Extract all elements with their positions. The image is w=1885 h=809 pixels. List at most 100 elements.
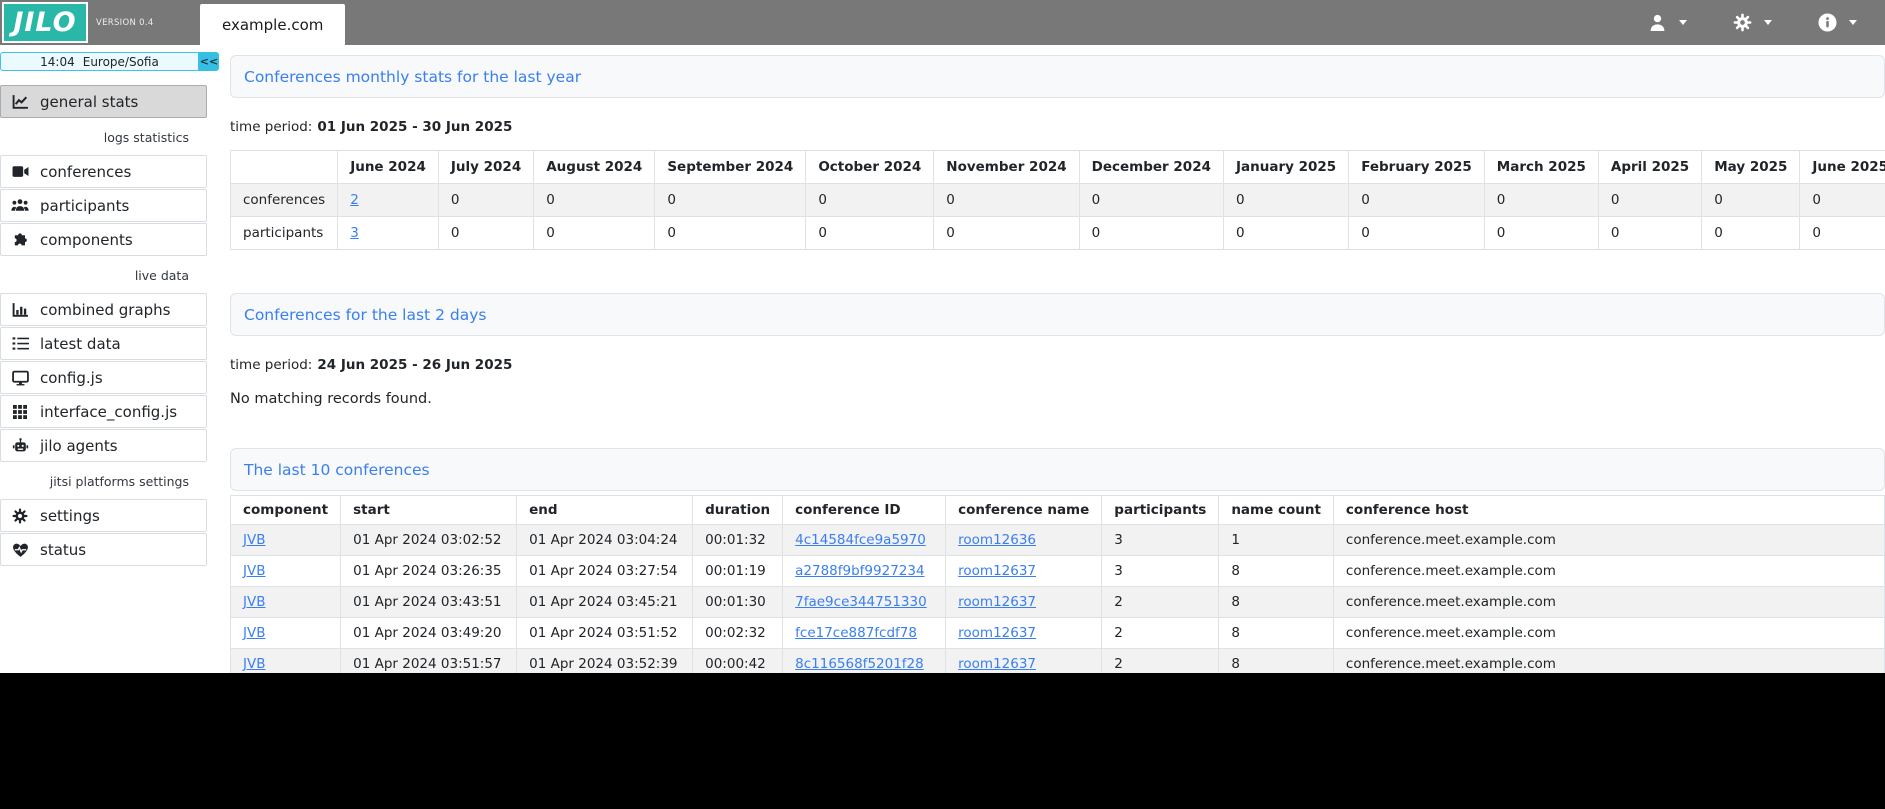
cell: 4c14584fce9a5970	[783, 525, 946, 556]
tab-label: example.com	[222, 16, 323, 34]
sidebar-item-general-stats[interactable]: general stats	[0, 85, 207, 118]
sidebar-item-label: general stats	[40, 93, 138, 111]
conference-name-link[interactable]: room12637	[958, 656, 1036, 672]
monthly-stats-header[interactable]: Conferences monthly stats for the last y…	[230, 55, 1885, 98]
cell: 01 Apr 2024 03:04:24	[517, 525, 693, 556]
participants-count-link[interactable]: 3	[350, 225, 359, 241]
cell: JVB	[231, 618, 341, 649]
column-header: start	[341, 496, 517, 525]
last-2-days-header[interactable]: Conferences for the last 2 days	[230, 293, 1885, 336]
cell: room12637	[946, 556, 1102, 587]
sidebar-item-label: config.js	[40, 369, 103, 387]
cell: 8	[1219, 556, 1334, 587]
topbar: JILO VERSION 0.4 example.com	[0, 0, 1885, 45]
section-title: Conferences monthly stats for the last y…	[244, 68, 581, 86]
column-header: end	[517, 496, 693, 525]
column-header: July 2024	[438, 151, 533, 184]
cell: room12637	[946, 587, 1102, 618]
sidebar-item-label: jilo agents	[40, 437, 118, 455]
cell: 8	[1219, 587, 1334, 618]
cell: 0	[1349, 184, 1485, 217]
cell: conference.meet.example.com	[1333, 587, 1884, 618]
cell: JVB	[231, 587, 341, 618]
list-icon	[11, 336, 29, 351]
cell: 00:01:19	[693, 556, 783, 587]
conference-id-link[interactable]: fce17ce887fcdf78	[795, 625, 917, 641]
sidebar-item-latest-data[interactable]: latest data	[0, 327, 207, 360]
conference-name-link[interactable]: room12636	[958, 532, 1036, 548]
conference-name-link[interactable]: room12637	[958, 594, 1036, 610]
tab-example-com[interactable]: example.com	[200, 4, 345, 45]
component-link[interactable]: JVB	[243, 532, 265, 548]
info-menu[interactable]	[1818, 13, 1857, 32]
conference-name-link[interactable]: room12637	[958, 625, 1036, 641]
sidebar-item-conferences[interactable]: conferences	[0, 155, 207, 188]
table-row: JVB 01 Apr 2024 03:02:52 01 Apr 2024 03:…	[231, 525, 1885, 556]
bar-chart-icon	[11, 302, 29, 318]
table-row: JVB 01 Apr 2024 03:51:57 01 Apr 2024 03:…	[231, 649, 1885, 674]
gear-icon	[11, 508, 29, 524]
cell: 3	[1102, 556, 1219, 587]
sidebar-item-interface-config-js[interactable]: interface_config.js	[0, 395, 207, 428]
conference-id-link[interactable]: 7fae9ce344751330	[795, 594, 927, 610]
cell: 0	[534, 217, 655, 250]
column-header: participants	[1102, 496, 1219, 525]
column-header: June 2024	[338, 151, 439, 184]
section-label-logs-statistics: logs statistics	[0, 119, 207, 155]
sidebar-item-status[interactable]: status	[0, 533, 207, 566]
sidebar-menu: general stats logs statistics conference…	[0, 85, 207, 566]
conference-id-link[interactable]: a2788f9bf9927234	[795, 563, 924, 579]
sidebar-item-participants[interactable]: participants	[0, 189, 207, 222]
cell: 01 Apr 2024 03:02:52	[341, 525, 517, 556]
clock-row: 14:04 Europe/Sofia <<	[0, 52, 219, 71]
chart-line-icon	[11, 94, 29, 110]
sidebar-item-jilo-agents[interactable]: jilo agents	[0, 429, 207, 462]
conferences-count-link[interactable]: 2	[350, 192, 359, 208]
section-label-jitsi-platforms-settings: jitsi platforms settings	[0, 463, 207, 499]
cell: 3	[1102, 525, 1219, 556]
cell: 0	[1079, 184, 1223, 217]
conference-id-link[interactable]: 8c116568f5201f28	[795, 656, 924, 672]
cell: 3	[338, 217, 439, 250]
component-link[interactable]: JVB	[243, 563, 265, 579]
column-header: December 2024	[1079, 151, 1223, 184]
gear-icon	[1733, 13, 1752, 32]
user-menu[interactable]	[1648, 13, 1687, 32]
component-link[interactable]: JVB	[243, 656, 265, 672]
time-period-value: 01 Jun 2025 - 30 Jun 2025	[317, 119, 512, 135]
cell: JVB	[231, 556, 341, 587]
cell: 01 Apr 2024 03:52:39	[517, 649, 693, 674]
component-link[interactable]: JVB	[243, 625, 265, 641]
cell: 0	[934, 217, 1079, 250]
clock-time: 14:04	[40, 55, 75, 69]
sidebar-item-components[interactable]: components	[0, 223, 207, 256]
table-header-row: component start end duration conference …	[231, 496, 1885, 525]
sidebar-collapse-button[interactable]: <<	[199, 52, 219, 71]
cell: room12636	[946, 525, 1102, 556]
settings-menu[interactable]	[1733, 13, 1772, 32]
cell: 01 Apr 2024 03:26:35	[341, 556, 517, 587]
sidebar-item-combined-graphs[interactable]: combined graphs	[0, 293, 207, 326]
column-header: October 2024	[806, 151, 934, 184]
video-camera-icon	[11, 165, 29, 178]
sidebar-item-settings[interactable]: settings	[0, 499, 207, 532]
component-link[interactable]: JVB	[243, 594, 265, 610]
column-header: duration	[693, 496, 783, 525]
cell: 0	[1702, 184, 1800, 217]
sidebar-item-label: combined graphs	[40, 301, 170, 319]
conference-id-link[interactable]: 4c14584fce9a5970	[795, 532, 926, 548]
cell: 0	[806, 184, 934, 217]
cell: 01 Apr 2024 03:45:21	[517, 587, 693, 618]
logo-text: JILO	[13, 7, 76, 38]
sidebar-item-label: conferences	[40, 163, 131, 181]
cell: 0	[1079, 217, 1223, 250]
sidebar-item-label: status	[40, 541, 86, 559]
last-10-conferences-table: component start end duration conference …	[230, 495, 1885, 673]
cell: 0	[534, 184, 655, 217]
cell: 7fae9ce344751330	[783, 587, 946, 618]
conference-name-link[interactable]: room12637	[958, 563, 1036, 579]
sidebar-item-config-js[interactable]: config.js	[0, 361, 207, 394]
column-header: conference host	[1333, 496, 1884, 525]
cell: 8	[1219, 649, 1334, 674]
last-10-conferences-header[interactable]: The last 10 conferences	[230, 448, 1885, 491]
